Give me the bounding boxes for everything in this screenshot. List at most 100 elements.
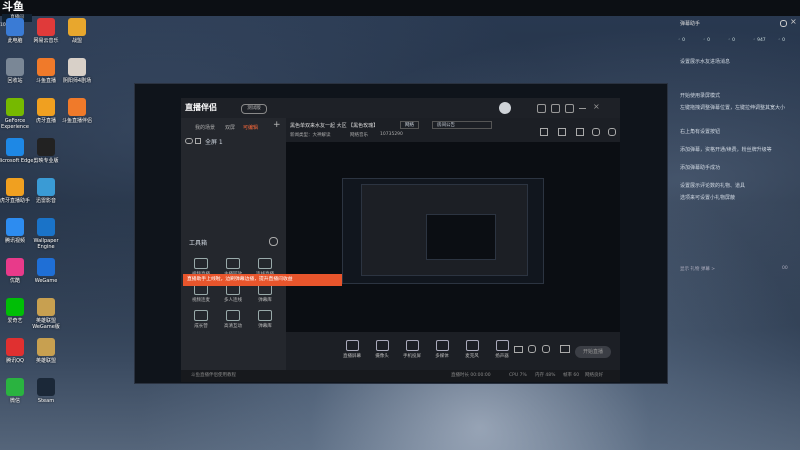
app-icon bbox=[68, 98, 86, 116]
app-icon bbox=[6, 298, 24, 316]
toolbox-item[interactable]: 成长营 bbox=[189, 310, 213, 329]
stream-info-bar: 黑色单双来水友一起 大区 【黑色玫瑰】 网络 房间公告 新闻类型：大神解读 网络… bbox=[286, 118, 620, 142]
toolbox-item[interactable]: 多人连线 bbox=[221, 284, 245, 303]
app-icon bbox=[37, 298, 55, 316]
tab-editable[interactable]: 可编辑 bbox=[243, 124, 258, 131]
toolbox-item[interactable]: 高清互动 bbox=[221, 310, 245, 329]
danmaku-message: 左键拖拽调整弹幕位置，左键拉伸调整其宽大小 bbox=[680, 105, 786, 111]
tool-label: 弹幕库 bbox=[258, 324, 272, 329]
app-icon bbox=[37, 98, 55, 116]
tool-icon bbox=[194, 310, 208, 321]
source-control[interactable]: 多媒体 bbox=[430, 340, 454, 359]
desktop-icon[interactable]: 斗鱼直播伴侣 bbox=[57, 98, 97, 124]
toolbox-item[interactable]: 弹幕库 bbox=[253, 310, 277, 329]
desktop-icon[interactable]: 剪映专业版 bbox=[26, 138, 66, 164]
visibility-icon[interactable] bbox=[185, 138, 193, 144]
source-control-icon bbox=[345, 340, 359, 351]
douyu-top-bar bbox=[0, 0, 800, 16]
app-icon bbox=[68, 58, 86, 76]
room-title[interactable]: 黑色单双来水友一起 大区 【黑色玫瑰】 bbox=[290, 122, 378, 129]
desktop-icon-label: Wallpaper Engine bbox=[33, 238, 59, 250]
desktop-icon[interactable]: Steam bbox=[26, 378, 66, 404]
tutorial-link[interactable]: 斗鱼直播伴侣使用教程 bbox=[191, 370, 236, 382]
settings-icon[interactable] bbox=[537, 104, 546, 113]
danmaku-message: 添加弹幕助手成功 bbox=[680, 165, 721, 171]
tab-my-scenes[interactable]: 我的场景 bbox=[195, 124, 215, 131]
stream-preview[interactable] bbox=[286, 142, 620, 332]
toolbox-item[interactable]: 视频连麦 bbox=[189, 284, 213, 303]
source-control[interactable]: 扬声器 bbox=[490, 340, 514, 359]
room-notice[interactable]: 房间公告 bbox=[432, 121, 492, 129]
danmaku-panel: 弹幕助手 × ◦ 0 ◦ 0 ◦ 0 ◦ 947 ◦ 0 设置展示水友进场消息 开始使用… bbox=[670, 16, 800, 276]
scene-item[interactable]: 全屏 1 bbox=[205, 137, 265, 146]
tool-icon bbox=[194, 258, 208, 269]
app-icon bbox=[37, 178, 55, 196]
room-id: 10735290 bbox=[380, 132, 403, 137]
source-control-bar: 直播屏幕 摄像头 手机投屏 多媒体 麦克风 扬声器 bbox=[286, 332, 620, 370]
settings-gear-icon[interactable] bbox=[542, 345, 550, 353]
status-memory: 内存 48% bbox=[535, 373, 556, 378]
more-icon[interactable] bbox=[560, 345, 570, 353]
app-icon bbox=[6, 138, 24, 156]
tab-dual-screen[interactable]: 双屏 bbox=[225, 124, 235, 131]
danmaku-stat: ◦ 0 bbox=[678, 38, 685, 43]
bell-icon[interactable] bbox=[592, 128, 600, 136]
danmaku-close-icon[interactable]: × bbox=[790, 17, 797, 26]
source-control[interactable]: 麦克风 bbox=[460, 340, 484, 359]
promo-banner[interactable]: 直播助手上线啦，边刷弹幕边播，提升直播间收益 bbox=[183, 274, 342, 286]
close-icon[interactable]: × bbox=[593, 102, 602, 111]
source-control-label: 手机投屏 bbox=[403, 354, 421, 359]
lock-icon[interactable] bbox=[195, 138, 201, 144]
source-control[interactable]: 摄像头 bbox=[370, 340, 394, 359]
menu-icon[interactable] bbox=[565, 104, 574, 113]
desktop-icon[interactable]: 战盟 bbox=[57, 18, 97, 44]
app-icon bbox=[6, 18, 24, 36]
danmaku-message: 设置展示评论数的礼物、道具 bbox=[680, 183, 746, 189]
app-icon bbox=[37, 218, 55, 236]
desktop-icon[interactable]: 英雄联盟 WeGame版 bbox=[26, 298, 66, 330]
desktop-icon[interactable]: WeGame bbox=[26, 258, 66, 284]
add-scene-icon[interactable]: + bbox=[273, 120, 281, 130]
version-badge[interactable]: 测试版 bbox=[241, 104, 267, 114]
avatar[interactable] bbox=[499, 102, 511, 114]
desktop-icon-label: 战盟 bbox=[71, 38, 82, 44]
tool-icon bbox=[258, 258, 272, 269]
room-tag[interactable]: 网络 bbox=[400, 121, 419, 129]
status-cpu: CPU 7% bbox=[509, 373, 527, 378]
danmaku-stat: ◦ 947 bbox=[753, 38, 766, 43]
desktop-icon[interactable]: 英雄联盟 bbox=[26, 338, 66, 364]
desktop-icon-label: WeGame bbox=[34, 278, 58, 284]
desktop-icon-label: 英雄联盟 WeGame版 bbox=[32, 318, 60, 330]
source-control[interactable]: 直播屏幕 bbox=[340, 340, 364, 359]
app-icon bbox=[68, 18, 86, 36]
desktop-icon[interactable]: 迅雷影音 bbox=[26, 178, 66, 204]
gift-icon[interactable] bbox=[540, 128, 548, 136]
desktop-icon-label: 剪映专业版 bbox=[33, 158, 59, 164]
app-icon bbox=[6, 98, 24, 116]
status-fps: 帧率 60 bbox=[563, 373, 580, 378]
source-control-icon bbox=[435, 340, 449, 351]
source-control-label: 直播屏幕 bbox=[343, 354, 361, 359]
start-live-button[interactable]: 开始直播 bbox=[575, 346, 611, 358]
fans-icon[interactable] bbox=[558, 128, 566, 136]
skin-icon[interactable] bbox=[551, 104, 560, 113]
danmaku-title: 弹幕助手 bbox=[680, 21, 701, 27]
desktop-icon[interactable]: 阴阳师4剧场 bbox=[57, 58, 97, 84]
record-icon[interactable] bbox=[528, 345, 536, 353]
toolbox-item[interactable]: 弹幕库 bbox=[253, 284, 277, 303]
camera-toggle-icon[interactable] bbox=[514, 346, 523, 353]
desktop-icon[interactable]: Wallpaper Engine bbox=[26, 218, 66, 250]
minimize-icon[interactable] bbox=[579, 108, 586, 109]
source-control[interactable]: 手机投屏 bbox=[400, 340, 424, 359]
app-icon bbox=[37, 258, 55, 276]
danmaku-footer-left[interactable]: 显示 礼物 弹幕 > bbox=[680, 266, 715, 272]
danmaku-settings-icon[interactable] bbox=[780, 20, 787, 27]
tool-icon bbox=[226, 258, 240, 269]
category-label[interactable]: 新闻类型：大神解读 bbox=[290, 132, 331, 138]
share-icon[interactable] bbox=[608, 128, 616, 136]
shop-icon[interactable] bbox=[576, 128, 584, 136]
preview-nested-inner bbox=[426, 214, 496, 260]
app-icon bbox=[6, 338, 24, 356]
toolbox-settings-icon[interactable] bbox=[269, 237, 278, 246]
toolbox-label: 工具箱 bbox=[189, 240, 208, 247]
